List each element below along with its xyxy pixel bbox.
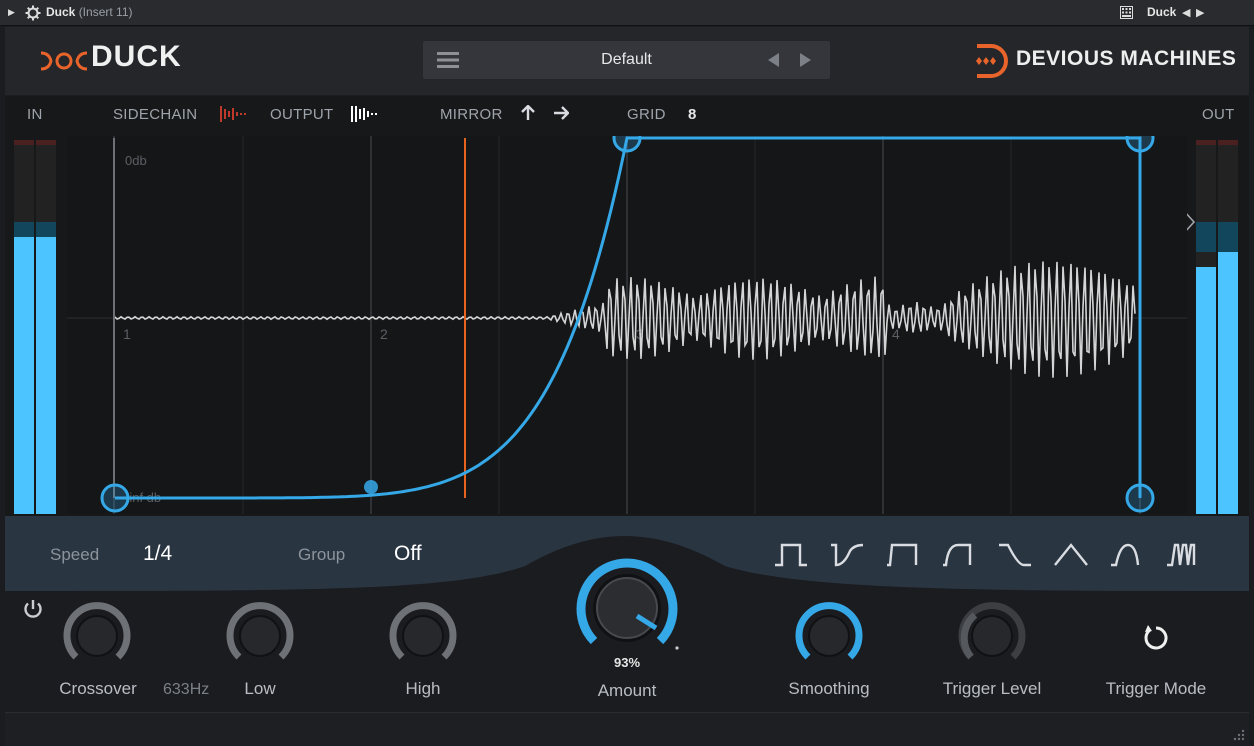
dip-shape-icon[interactable] <box>827 539 867 571</box>
sidechain-waveform-icon[interactable] <box>219 105 247 123</box>
brand-name: DEVIOUS MACHINES <box>1016 47 1237 70</box>
expand-icon[interactable]: ▶ <box>8 7 15 18</box>
crossover-value: 633Hz <box>163 681 210 698</box>
next-preset-icon[interactable] <box>800 53 812 67</box>
envelope-display: IN SIDECHAIN OUTPUT MIRROR GRID 8 OUT 0d… <box>5 96 1249 516</box>
output-label[interactable]: OUTPUT <box>270 106 333 123</box>
envelope-curve-handle[interactable] <box>364 480 378 494</box>
ramp-hold-shape-icon[interactable] <box>883 539 923 571</box>
trigger-mode-label: Trigger Mode <box>1105 679 1207 698</box>
resize-grip-icon[interactable] <box>1233 729 1245 741</box>
mirror-vertical-arrow-icon[interactable] <box>520 105 536 121</box>
triangle-shape-icon[interactable] <box>1051 539 1091 571</box>
group-label: Group <box>298 545 346 564</box>
curve-up-shape-icon[interactable] <box>939 539 979 571</box>
sidechain-label[interactable]: SIDECHAIN <box>113 106 197 123</box>
grid-value[interactable]: 8 <box>688 106 697 123</box>
high-knob[interactable] <box>388 601 458 671</box>
amount-label: Amount <box>597 681 657 700</box>
trigger-level-knob[interactable] <box>957 601 1027 671</box>
duck-logo-icon <box>40 51 88 71</box>
envelope-graph[interactable]: 0db -inf db 1234 <box>67 136 1187 514</box>
amount-value: 93% <box>613 655 641 670</box>
mirror-label: MIRROR <box>440 106 503 123</box>
output-waveform-icon[interactable] <box>350 105 378 123</box>
out-meter-right <box>1218 140 1238 514</box>
in-meter-left <box>14 140 34 514</box>
low-knob[interactable] <box>225 601 295 671</box>
host-title-bar: ▶ Duck (Insert 11) Duck ◀ ▶ <box>0 0 1254 26</box>
trigger-mode-loop-icon[interactable] <box>1142 624 1170 652</box>
crossover-label: Crossover <box>59 679 137 698</box>
bump-shape-icon[interactable] <box>1107 539 1147 571</box>
power-icon[interactable] <box>22 598 44 620</box>
square-shape-icon[interactable] <box>771 539 811 571</box>
keyboard-icon[interactable] <box>1120 6 1133 19</box>
out-meter-left <box>1196 140 1216 514</box>
slope-down-shape-icon[interactable] <box>995 539 1035 571</box>
preset-selector[interactable]: Default <box>423 41 830 79</box>
plugin-header: DUCK Default DEVIOUS MACHINES <box>5 27 1249 95</box>
out-label: OUT <box>1202 106 1235 123</box>
speed-value[interactable]: 1/4 <box>143 542 172 566</box>
audio-waveform <box>114 261 1136 378</box>
amount-knob[interactable] <box>571 552 683 664</box>
next-instance-icon[interactable]: ▶ <box>1196 6 1204 19</box>
controls-panel: Speed 1/4 Group Off Crossover 633Hz Low … <box>5 516 1249 712</box>
in-label: IN <box>27 106 43 123</box>
product-logo-text: DUCK <box>91 40 182 73</box>
trigger-level-label: Trigger Level <box>942 679 1042 698</box>
smoothing-label: Smoothing <box>788 679 870 698</box>
high-label: High <box>405 679 441 698</box>
prev-preset-icon[interactable] <box>768 53 780 67</box>
low-label: Low <box>244 679 276 698</box>
shape-presets <box>771 539 1231 571</box>
envelope-node-peak[interactable] <box>612 136 642 153</box>
speed-label: Speed <box>50 545 100 564</box>
envelope-node-end[interactable] <box>1125 483 1155 513</box>
envelope-node-hold[interactable] <box>1125 136 1155 153</box>
plugin-title: Duck (Insert 11) <box>46 5 133 19</box>
group-value[interactable]: Off <box>394 542 422 566</box>
beat-label: 2 <box>380 326 388 342</box>
devious-machines-logo-icon <box>976 44 1008 78</box>
mirror-horizontal-arrow-icon[interactable] <box>553 105 569 121</box>
grid-label: GRID <box>627 106 666 123</box>
smoothing-knob[interactable] <box>794 601 864 671</box>
prev-instance-icon[interactable]: ◀ <box>1182 6 1190 19</box>
instance-name: Duck <box>1147 5 1177 19</box>
beat-label: 1 <box>123 326 131 342</box>
envelope-node-start[interactable] <box>100 483 130 513</box>
multi-shape-icon[interactable] <box>1163 539 1203 571</box>
in-meter-right <box>36 140 56 514</box>
gear-icon[interactable] <box>25 5 41 21</box>
crossover-knob[interactable] <box>62 601 132 671</box>
top-db-label: 0db <box>125 153 147 168</box>
status-bar <box>5 712 1249 746</box>
grid-lines <box>113 136 1141 514</box>
